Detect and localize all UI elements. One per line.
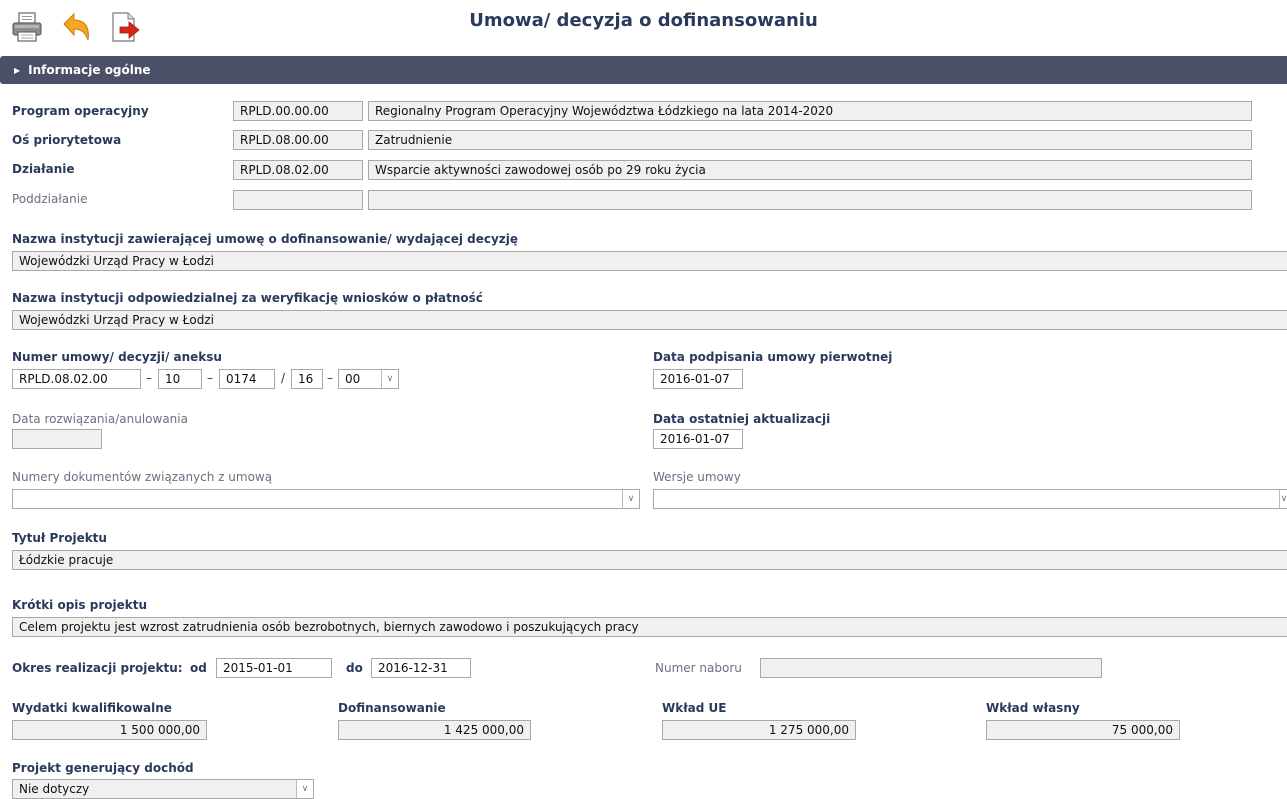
numer-umowy-label: Numer umowy/ decyzji/ aneksu: [12, 350, 222, 364]
section-title: Informacje ogólne: [28, 63, 151, 77]
os-name-field: Zatrudnienie: [368, 130, 1252, 150]
chevron-down-icon[interactable]: ∨: [381, 370, 398, 388]
okres-od-label: od: [190, 661, 207, 675]
numer-umowy-part3-input[interactable]: 0174: [219, 369, 275, 389]
instytucja-weryfikacji-label: Nazwa instytucji odpowiedzialnej za wery…: [12, 291, 483, 305]
wklad-wlasny-label: Wkład własny: [986, 701, 1080, 715]
program-name-field: Regionalny Program Operacyjny Województw…: [368, 101, 1252, 121]
wklad-wlasny-field: 75 000,00: [986, 720, 1180, 740]
tytul-label: Tytuł Projektu: [12, 531, 107, 545]
page-title: Umowa/ decyzja o dofinansowaniu: [469, 10, 818, 31]
dash-separator: –: [327, 371, 333, 385]
okres-do-label: do: [346, 661, 363, 675]
numer-umowy-part2-input[interactable]: 10: [158, 369, 202, 389]
section-header-informacje-ogolne[interactable]: ▶ Informacje ogólne: [0, 56, 1287, 84]
chevron-down-icon[interactable]: ∨: [296, 780, 313, 798]
numery-dokumentow-label: Numery dokumentów związanych z umową: [12, 470, 273, 484]
instytucja-umowy-field: Wojewódzki Urząd Pracy w Łodzi: [12, 251, 1287, 271]
dash-separator: –: [146, 371, 152, 385]
numer-naboru-label: Numer naboru: [655, 661, 742, 675]
os-label: Oś priorytetowa: [12, 133, 122, 147]
data-aktualizacji-label: Data ostatniej aktualizacji: [653, 412, 831, 426]
numer-umowy-part4-input[interactable]: 16: [291, 369, 323, 389]
os-code-field: RPLD.08.00.00: [233, 130, 363, 150]
data-aktualizacji-field: 2016-01-07: [653, 429, 743, 449]
data-podpisania-label: Data podpisania umowy pierwotnej: [653, 350, 893, 364]
chevron-down-icon[interactable]: ∨: [1279, 490, 1287, 508]
dzialanie-name-field: Wsparcie aktywności zawodowej osób po 29…: [368, 160, 1252, 180]
poddzialanie-label: Poddziałanie: [12, 192, 88, 206]
instytucja-umowy-label: Nazwa instytucji zawierającej umowę o do…: [12, 232, 519, 246]
dofinansowanie-field: 1 425 000,00: [338, 720, 531, 740]
dochod-value: Nie dotyczy: [19, 782, 90, 796]
wersje-umowy-select[interactable]: [653, 489, 1287, 509]
poddzialanie-name-field: [368, 190, 1252, 210]
dofinansowanie-label: Dofinansowanie: [338, 701, 446, 715]
wydatki-field: 1 500 000,00: [12, 720, 207, 740]
dochod-select[interactable]: Nie dotyczy: [12, 779, 314, 799]
okres-do-field: 2016-12-31: [371, 658, 471, 678]
okres-label: Okres realizacji projektu:: [12, 661, 183, 675]
program-code-field: RPLD.00.00.00: [233, 101, 363, 121]
wydatki-label: Wydatki kwalifikowalne: [12, 701, 172, 715]
instytucja-weryfikacji-field: Wojewódzki Urząd Pracy w Łodzi: [12, 310, 1287, 330]
numer-umowy-part1-input[interactable]: RPLD.08.02.00: [12, 369, 141, 389]
dash-separator: –: [207, 371, 213, 385]
wklad-ue-label: Wkład UE: [662, 701, 727, 715]
dzialanie-code-field: RPLD.08.02.00: [233, 160, 363, 180]
okres-od-field: 2015-01-01: [216, 658, 332, 678]
wklad-ue-field: 1 275 000,00: [662, 720, 856, 740]
poddzialanie-code-field: [233, 190, 363, 210]
tytul-field: Łódzkie pracuje: [12, 550, 1287, 570]
opis-field: Celem projektu jest wzrost zatrudnienia …: [12, 617, 1287, 637]
dochod-label: Projekt generujący dochód: [12, 761, 194, 775]
slash-separator: /: [281, 371, 286, 385]
chevron-down-icon[interactable]: ∨: [622, 490, 639, 508]
dzialanie-label: Działanie: [12, 162, 75, 176]
caret-right-icon: ▶: [14, 65, 21, 75]
data-rozwiazania-label: Data rozwiązania/anulowania: [12, 412, 188, 426]
numer-naboru-field: [760, 658, 1102, 678]
program-label: Program operacyjny: [12, 104, 149, 118]
numer-umowy-part5-value: 00: [345, 372, 361, 386]
opis-label: Krótki opis projektu: [12, 598, 147, 612]
data-rozwiazania-field: [12, 429, 102, 449]
wersje-umowy-label: Wersje umowy: [653, 470, 741, 484]
data-podpisania-field: 2016-01-07: [653, 369, 743, 389]
numery-dokumentow-select[interactable]: [12, 489, 640, 509]
